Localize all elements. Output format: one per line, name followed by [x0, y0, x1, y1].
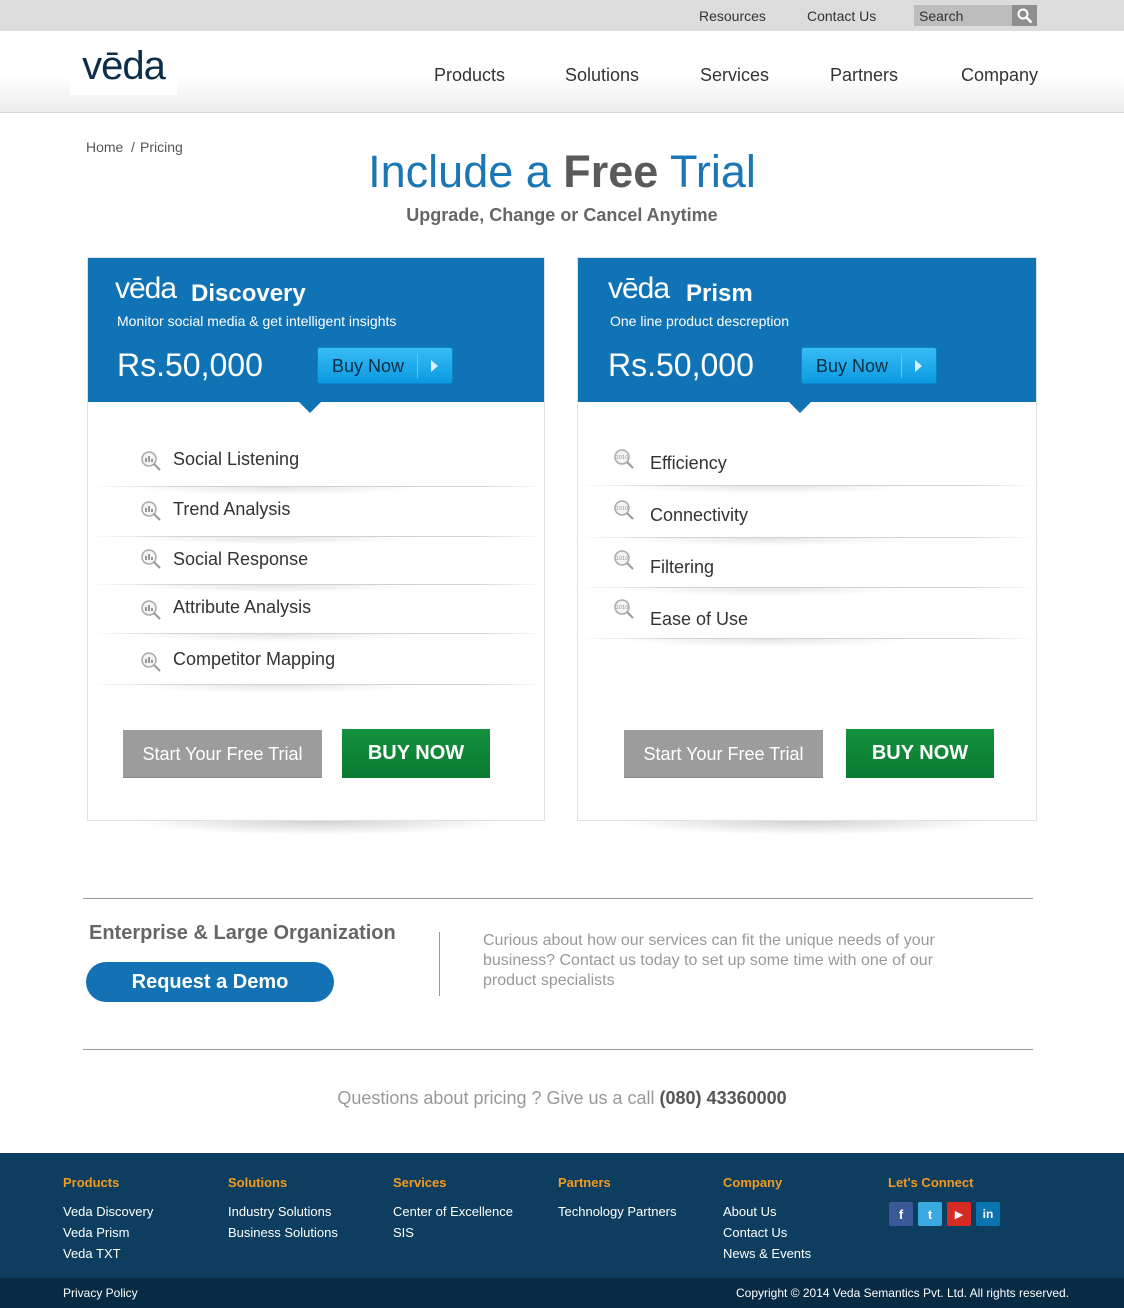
feature-row: Trend Analysis: [88, 487, 544, 545]
footer-link-technology-partners[interactable]: Technology Partners: [558, 1204, 677, 1219]
request-demo-button[interactable]: Request a Demo: [86, 962, 334, 1002]
binary-search-icon: 1010: [614, 599, 634, 619]
youtube-icon[interactable]: ▶: [947, 1202, 971, 1226]
product-description: One line product descreption: [610, 313, 789, 329]
play-arrow-icon: [431, 360, 438, 372]
feature-label: Filtering: [650, 557, 715, 577]
footer-heading-solutions: Solutions: [228, 1175, 288, 1190]
feature-row: 1010 Connectivity: [578, 488, 1036, 546]
search-box: [914, 5, 1037, 26]
footer-link-veda-txt[interactable]: Veda TXT: [63, 1246, 121, 1261]
section-divider: [83, 1049, 1033, 1050]
nav-solutions[interactable]: Solutions: [565, 65, 639, 86]
buy-now-large-button[interactable]: BUY NOW: [342, 729, 490, 778]
feature-row: Social Response: [88, 535, 544, 593]
pricing-call-line: Questions about pricing ? Give us a call…: [337, 1088, 787, 1108]
product-price: Rs.50,000: [608, 347, 754, 383]
phone-number: (080) 43360000: [659, 1088, 787, 1108]
nav-services[interactable]: Services: [700, 65, 769, 86]
feature-label: Ease of Use: [650, 609, 749, 629]
svg-text:1010: 1010: [616, 605, 629, 611]
nav-partners[interactable]: Partners: [830, 65, 898, 86]
copyright-text: Copyright © 2014 Veda Semantics Pvt. Ltd…: [736, 1286, 1070, 1300]
product-name: Prism: [686, 280, 753, 307]
feature-row: Attribute Analysis: [88, 584, 544, 642]
nav-products[interactable]: Products: [434, 65, 505, 86]
buy-now-button[interactable]: Buy Now: [317, 347, 453, 384]
feature-label: Social Response: [173, 549, 309, 569]
footer-link-veda-discovery[interactable]: Veda Discovery: [63, 1204, 153, 1219]
veda-logo[interactable]: vēda: [70, 38, 177, 95]
footer-link-veda-prism[interactable]: Veda Prism: [63, 1225, 129, 1240]
pricing-card-prism: vēda Prism One line product descreption …: [577, 257, 1037, 821]
analytics-search-icon: [141, 549, 161, 569]
enterprise-description: Curious about how our services can fit t…: [483, 932, 935, 989]
footer-heading-company: Company: [723, 1175, 783, 1190]
card-brand-logo: vēda: [608, 272, 670, 305]
play-arrow-icon: [915, 360, 922, 372]
logo-text: vēda: [82, 44, 166, 88]
nav-company[interactable]: Company: [961, 65, 1038, 86]
start-free-trial-button[interactable]: Start Your Free Trial: [624, 730, 823, 778]
card-pointer: [788, 401, 812, 413]
svg-text:1010: 1010: [616, 455, 629, 461]
card-shadow: [130, 821, 510, 835]
footer-link-center-of-excellence[interactable]: Center of Excellence: [393, 1204, 513, 1219]
feature-label: Trend Analysis: [173, 499, 291, 519]
facebook-icon[interactable]: f: [889, 1202, 913, 1226]
analytics-search-icon: [141, 600, 161, 620]
svg-text:1010: 1010: [616, 506, 629, 512]
buy-now-large-button[interactable]: BUY NOW: [846, 729, 994, 778]
search-icon: [1017, 8, 1032, 23]
product-price: Rs.50,000: [117, 347, 263, 383]
analytics-search-icon: [141, 451, 161, 471]
footer-link-about-us[interactable]: About Us: [723, 1204, 776, 1219]
contact-us-link[interactable]: Contact Us: [807, 8, 876, 24]
buy-now-button[interactable]: Buy Now: [801, 347, 937, 384]
card-brand-logo: vēda: [115, 272, 177, 305]
footer-link-news-events[interactable]: News & Events: [723, 1246, 811, 1261]
analytics-search-icon: [141, 652, 161, 672]
footer-heading-connect: Let's Connect: [888, 1175, 974, 1190]
feature-row: Competitor Mapping: [88, 635, 544, 693]
footer-link-contact-us[interactable]: Contact Us: [723, 1225, 787, 1240]
feature-row: 1010 Filtering: [578, 538, 1036, 596]
footer-link-industry-solutions[interactable]: Industry Solutions: [228, 1204, 331, 1219]
binary-search-icon: 1010: [614, 500, 634, 520]
binary-search-icon: 1010: [614, 550, 634, 570]
card-shadow: [615, 821, 995, 835]
feature-label: Connectivity: [650, 505, 749, 525]
feature-row: 1010 Ease of Use: [578, 589, 1036, 647]
resources-link[interactable]: Resources: [699, 8, 766, 24]
footer-heading-partners: Partners: [558, 1175, 611, 1190]
search-button[interactable]: [1012, 5, 1037, 26]
page-title: Include a Free Trial: [368, 146, 756, 197]
feature-row: Social Listening: [88, 437, 544, 495]
section-divider: [83, 898, 1033, 899]
product-description: Monitor social media & get intelligent i…: [117, 313, 397, 329]
card-pointer: [298, 401, 322, 413]
product-name: Discovery: [191, 280, 306, 307]
footer-heading-products: Products: [63, 1175, 120, 1190]
twitter-icon[interactable]: t: [918, 1202, 942, 1226]
feature-label: Social Listening: [173, 449, 300, 469]
pricing-card-discovery: vēda Discovery Monitor social media & ge…: [87, 257, 545, 821]
analytics-search-icon: [141, 501, 161, 521]
svg-text:1010: 1010: [616, 556, 629, 562]
footer-link-business-solutions[interactable]: Business Solutions: [228, 1225, 338, 1240]
page-subtitle: Upgrade, Change or Cancel Anytime: [406, 205, 718, 225]
feature-label: Attribute Analysis: [173, 597, 312, 617]
footer-link-sis[interactable]: SIS: [393, 1225, 414, 1240]
feature-row: 1010 Efficiency: [578, 436, 1036, 494]
start-free-trial-button[interactable]: Start Your Free Trial: [123, 730, 322, 778]
binary-search-icon: 1010: [614, 449, 634, 469]
privacy-policy-link[interactable]: Privacy Policy: [63, 1286, 138, 1300]
feature-label: Efficiency: [650, 453, 727, 473]
vertical-divider: [439, 932, 440, 996]
feature-label: Competitor Mapping: [173, 649, 336, 669]
enterprise-title: Enterprise & Large Organization: [89, 922, 396, 944]
linkedin-icon[interactable]: in: [976, 1202, 1000, 1226]
footer-heading-services: Services: [393, 1175, 447, 1190]
search-input[interactable]: [914, 5, 1012, 26]
